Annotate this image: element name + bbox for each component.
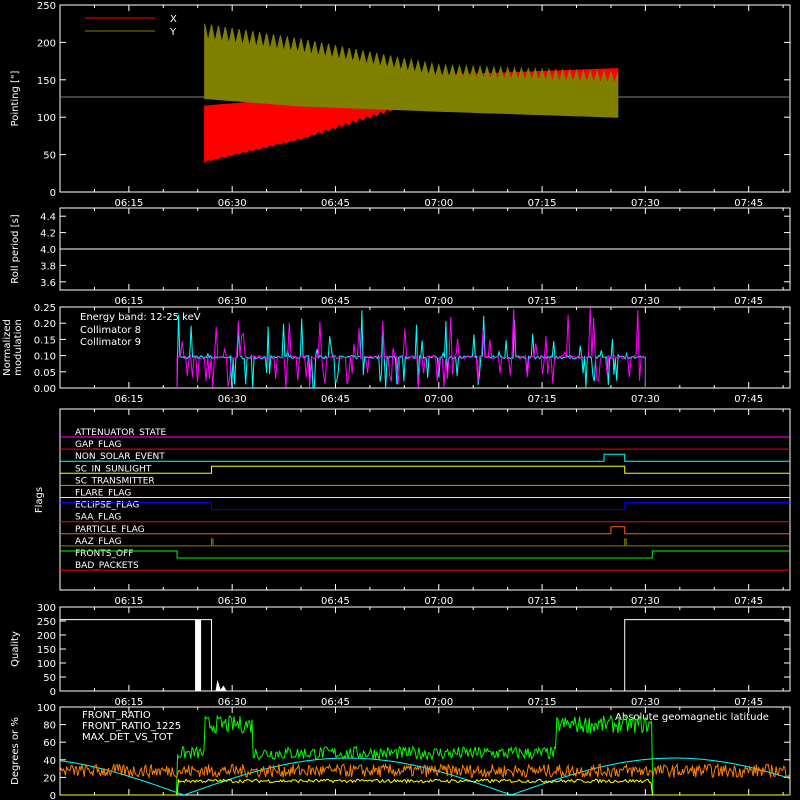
panel-frame-3 — [59, 408, 791, 591]
y-tick-label: 0.05 — [34, 368, 56, 379]
flag-line — [60, 526, 790, 535]
x-tick-label: 07:00 — [424, 596, 453, 607]
x-tick-label: 07:30 — [631, 697, 660, 708]
x-tick-label: 07:15 — [528, 296, 557, 307]
x-tick-label: 06:45 — [321, 296, 350, 307]
x-tick-label: 07:15 — [528, 596, 557, 607]
x-tick-label: 06:30 — [218, 596, 247, 607]
x-tick-label: 07:45 — [734, 296, 763, 307]
y-tick-label: 40 — [43, 756, 56, 767]
y-tick-label: 80 — [43, 721, 56, 732]
latitude-axis-label: Degrees or % — [10, 717, 21, 785]
max-det-vs-tot-series — [59, 762, 790, 779]
x-tick-label: 07:30 — [631, 296, 660, 307]
x-tick-label: 06:30 — [218, 198, 247, 209]
y-tick-label: 0.15 — [34, 335, 56, 346]
x-tick-label: 07:45 — [734, 697, 763, 708]
y-tick-label: 4.0 — [40, 245, 56, 256]
modulation-annotation: Energy band: 12-25 keV — [80, 312, 201, 323]
x-tick-label: 07:45 — [734, 394, 763, 405]
x-tick-label: 07:30 — [631, 394, 660, 405]
x-tick-label: 07:30 — [631, 198, 660, 209]
x-tick-label: 06:30 — [218, 296, 247, 307]
y-tick-label: 250 — [37, 617, 56, 628]
y-tick-label: 3.6 — [40, 278, 56, 289]
x-tick-label: 07:00 — [424, 697, 453, 708]
x-tick-label: 06:45 — [321, 596, 350, 607]
flag-line — [60, 502, 790, 511]
flags-axis-label: Flags — [34, 487, 45, 513]
y-tick-label: 100 — [37, 703, 56, 714]
x-tick-label: 07:15 — [528, 198, 557, 209]
quality-axis-label: Quality — [10, 631, 21, 667]
y-tick-label: 250 — [37, 1, 56, 12]
y-tick-label: 0 — [50, 188, 56, 199]
x-tick-label: 07:00 — [424, 198, 453, 209]
modulation-legend-0: Collimator 8 — [80, 325, 141, 336]
y-tick-label: 300 — [37, 603, 56, 614]
x-tick-label: 07:00 — [424, 296, 453, 307]
roll-axis-label: Roll period [s] — [10, 214, 21, 283]
x-tick-label: 06:45 — [321, 394, 350, 405]
y-tick-label: 200 — [37, 631, 56, 642]
modulation-series-1 — [176, 307, 646, 389]
latitude-legend-0: FRONT_RATIO — [82, 710, 151, 721]
flag-line — [60, 453, 790, 462]
modulation-axis-label: modulation — [13, 319, 24, 376]
x-tick-label: 06:45 — [321, 697, 350, 708]
legend-label-X: X — [170, 14, 177, 25]
x-tick-label: 06:45 — [321, 198, 350, 209]
latitude-legend-1: FRONT_RATIO_1225 — [82, 721, 181, 732]
y-tick-label: 50 — [43, 673, 56, 684]
y-tick-label: 4.4 — [40, 212, 56, 223]
y-tick-label: 100 — [37, 659, 56, 670]
x-tick-label: 06:15 — [114, 596, 143, 607]
x-tick-label: 06:30 — [218, 697, 247, 708]
x-tick-label: 07:45 — [734, 198, 763, 209]
summary-plot: 06:15 06:30 06:45 07:00 07:15 07:30 07:45 0 50 10… — [2, 1, 791, 800]
y-tick-label: 0.20 — [34, 319, 56, 330]
quality-step — [624, 619, 791, 691]
pointing-series-Y — [204, 23, 619, 118]
quality-bar — [195, 619, 202, 691]
y-tick-label: 150 — [37, 645, 56, 656]
x-tick-label: 07:30 — [631, 596, 660, 607]
x-tick-label: 06:15 — [114, 697, 143, 708]
y-tick-label: 60 — [43, 738, 56, 749]
x-tick-label: 07:15 — [528, 697, 557, 708]
y-tick-label: 4.2 — [40, 229, 56, 240]
y-tick-label: 150 — [37, 76, 56, 87]
y-tick-label: 100 — [37, 113, 56, 124]
modulation-axis-label: Normalized — [2, 319, 13, 376]
quality-spikes — [215, 679, 227, 691]
x-tick-label: 07:45 — [734, 596, 763, 607]
x-tick-label: 06:30 — [218, 394, 247, 405]
x-tick-label: 06:15 — [114, 394, 143, 405]
x-tick-label: 06:15 — [114, 296, 143, 307]
y-tick-label: 3.8 — [40, 261, 56, 272]
y-tick-label: 0.00 — [34, 384, 56, 395]
x-tick-label: 07:15 — [528, 394, 557, 405]
x-tick-label: 07:00 — [424, 394, 453, 405]
modulation-series-0 — [176, 310, 646, 389]
quality-step — [59, 619, 213, 691]
y-tick-label: 0.25 — [34, 303, 56, 314]
latitude-series — [59, 757, 791, 796]
x-tick-label: 06:15 — [114, 198, 143, 209]
latitude-legend-2: MAX_DET_VS_TOT — [82, 732, 174, 743]
flag-line — [60, 550, 790, 559]
y-tick-label: 0 — [50, 791, 56, 800]
modulation-legend-1: Collimator 9 — [80, 337, 141, 348]
legend-label-Y: Y — [169, 27, 177, 38]
y-tick-label: 0 — [50, 687, 56, 698]
y-tick-label: 0.10 — [34, 352, 56, 363]
y-tick-label: 20 — [43, 773, 56, 784]
pointing-axis-label: Pointing ["] — [10, 70, 21, 126]
flag-line — [60, 538, 790, 547]
flag-line — [60, 465, 790, 474]
latitude-annotation: Absolute geomagnetic latitude — [615, 712, 769, 723]
y-tick-label: 50 — [43, 151, 56, 162]
y-tick-label: 200 — [37, 38, 56, 49]
